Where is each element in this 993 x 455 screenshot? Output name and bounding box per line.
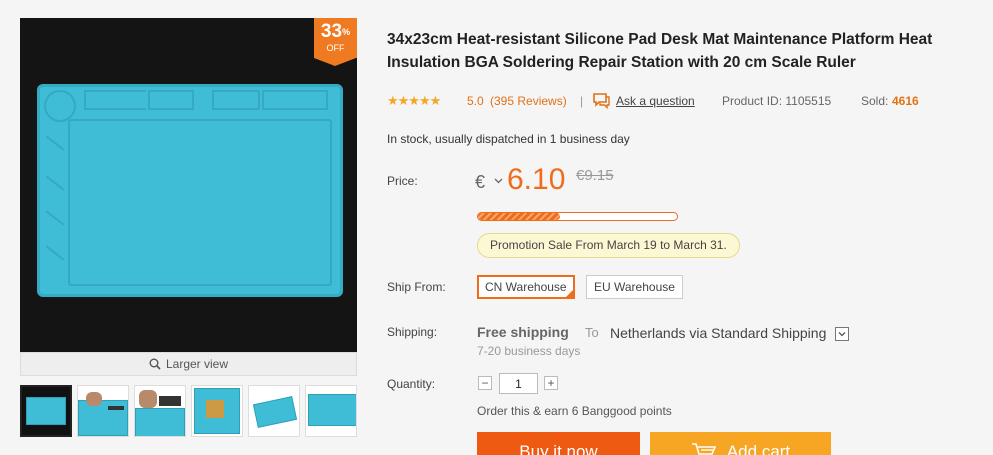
promotion-banner: Promotion Sale From March 19 to March 31…	[477, 233, 740, 258]
reward-points: Order this & earn 6 Banggood points	[477, 404, 672, 418]
rating-score: 5.0	[467, 94, 484, 108]
ask-question-link[interactable]: Ask a question	[616, 93, 695, 109]
ship-from-label: Ship From:	[387, 280, 446, 294]
buy-now-button[interactable]: Buy it now	[477, 432, 640, 455]
sold-label: Sold:	[861, 94, 889, 108]
product-title: 34x23cm Heat-resistant Silicone Pad Desk…	[387, 31, 933, 71]
magnifier-icon	[149, 358, 161, 370]
shipping-dropdown[interactable]	[835, 327, 849, 341]
thumbnail-6[interactable]	[305, 385, 357, 437]
rating-stars-icon: ★★★★★	[387, 93, 441, 108]
product-page: 33% OFF Larger view 34x23cm Heat-resista…	[0, 0, 993, 455]
thumbnail-5[interactable]	[248, 385, 300, 437]
add-cart-button[interactable]: Add cart	[650, 432, 831, 455]
free-shipping: Free shipping	[477, 324, 569, 340]
quantity-label: Quantity:	[387, 377, 436, 391]
sold-count: 4616	[892, 94, 919, 108]
quantity-decrease-button[interactable]: −	[478, 376, 492, 390]
stock-status: In stock, usually dispatched in 1 busine…	[387, 132, 630, 146]
discount-badge: 33% OFF	[314, 18, 357, 66]
main-product-image[interactable]: 33% OFF	[20, 18, 357, 352]
price-label: Price:	[387, 174, 418, 188]
cart-icon	[691, 443, 717, 455]
product-id: Product ID: 1105515	[722, 94, 832, 108]
warehouse-option-cn[interactable]: CN Warehouse	[477, 275, 575, 299]
quantity-input[interactable]	[499, 373, 538, 394]
thumbnail-3[interactable]	[134, 385, 186, 437]
ship-to-label: To	[585, 325, 599, 340]
sale-progress-fill	[478, 213, 560, 220]
sale-progress-bar	[477, 212, 678, 221]
shipping-label: Shipping:	[387, 325, 438, 339]
original-price: €9.15	[576, 167, 614, 184]
currency-selector[interactable]: €	[475, 172, 485, 193]
product-info: 34x23cm Heat-resistant Silicone Pad Desk…	[372, 0, 993, 455]
quantity-increase-button[interactable]: +	[544, 376, 558, 390]
shipping-destination[interactable]: Netherlands via Standard Shipping	[610, 325, 826, 341]
thumbnail-1[interactable]	[20, 385, 72, 437]
chevron-down-icon[interactable]	[494, 178, 503, 184]
warehouse-option-eu[interactable]: EU Warehouse	[586, 275, 683, 299]
current-price: 6.10	[507, 163, 566, 196]
chevron-down-icon	[838, 332, 846, 337]
reviews-link[interactable]: (395 Reviews)	[490, 93, 567, 109]
larger-view-button[interactable]: Larger view	[20, 352, 357, 376]
larger-view-label: Larger view	[165, 357, 229, 371]
chat-bubble-icon[interactable]	[592, 92, 611, 109]
thumbnail-2[interactable]	[77, 385, 129, 437]
silicone-mat-image	[37, 84, 343, 297]
separator: |	[580, 94, 584, 108]
thumbnail-strip	[20, 385, 360, 445]
delivery-time: 7-20 business days	[477, 344, 581, 358]
thumbnail-4[interactable]	[191, 385, 243, 437]
add-cart-label: Add cart	[726, 442, 791, 455]
